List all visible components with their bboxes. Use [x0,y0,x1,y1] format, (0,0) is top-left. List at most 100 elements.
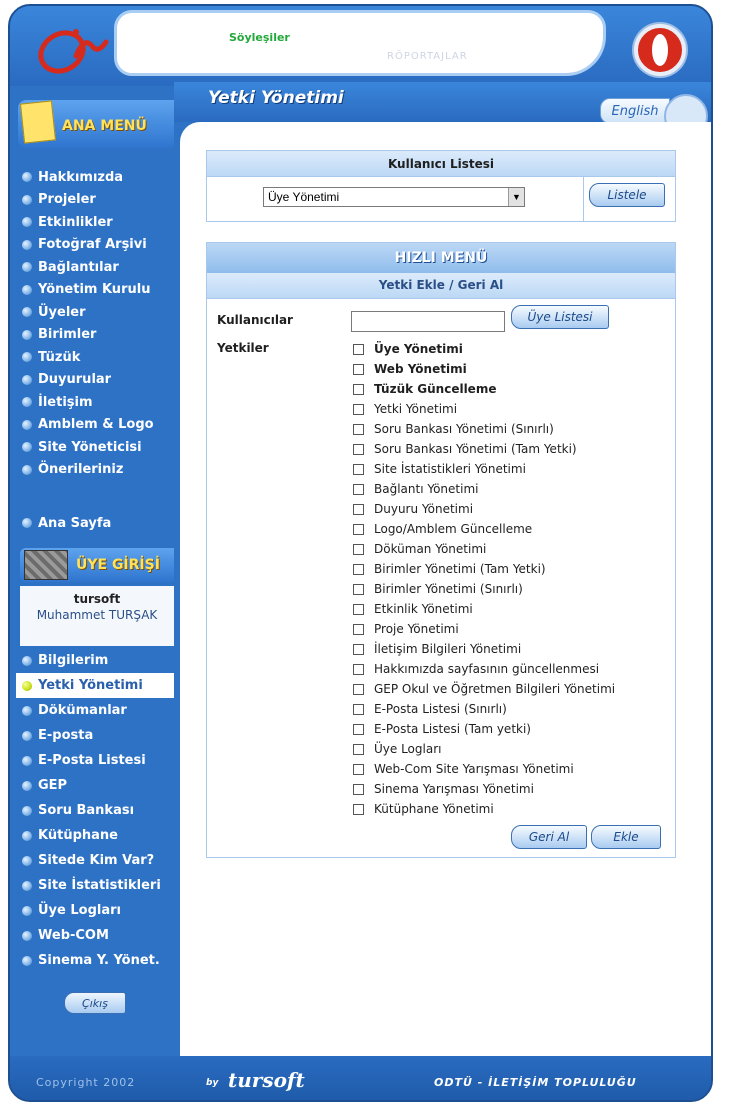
sidebar-item[interactable]: E-Posta Listesi [18,748,174,773]
permission-row: Sinema Yarışması Yönetimi [353,779,534,799]
sidebar-item[interactable]: Birimler [18,324,174,347]
bullet-icon [22,284,32,295]
logout-button[interactable]: Çıkış [64,992,126,1014]
permission-checkbox[interactable] [353,483,364,495]
sidebar-item-label: İletişim [38,394,93,410]
permission-checkbox[interactable] [353,503,364,515]
sidebar-item[interactable]: Bilgilerim [18,648,174,673]
sidebar-item[interactable]: Soru Bankası [18,798,174,823]
sidebar-item[interactable]: E-posta [18,723,174,748]
permission-checkbox[interactable] [353,723,364,735]
sidebar-item[interactable]: Fotoğraf Arşivi [18,234,174,257]
permission-checkbox[interactable] [353,363,364,375]
permission-row: Proje Yönetimi [353,619,459,639]
permission-label: E-Posta Listesi (Sınırlı) [374,702,507,716]
permission-checkbox[interactable] [353,663,364,675]
permission-checkbox[interactable] [353,583,364,595]
permission-row: Tüzük Güncelleme [353,379,496,399]
permission-checkbox[interactable] [353,803,364,815]
permission-checkbox[interactable] [353,343,364,355]
sidebar-item[interactable]: Web-COM [18,923,174,948]
sidebar-item[interactable]: Yetki Yönetimi [16,673,174,698]
revoke-button[interactable]: Geri Al [511,825,587,849]
sidebar-item[interactable]: Yönetim Kurulu [18,279,174,302]
permission-checkbox[interactable] [353,603,364,615]
permission-row: Soru Bankası Yönetimi (Sınırlı) [353,419,554,439]
ticker-secondary: RÖPORTAJLAR [387,51,468,62]
permission-row: Üye Yönetimi [353,339,463,359]
bullet-icon [22,217,32,228]
sidebar-item-home[interactable]: Ana Sayfa [18,512,174,535]
sidebar-item[interactable]: Amblem & Logo [18,414,174,437]
sidebar-item-label: E-posta [38,728,94,743]
sidebar-item[interactable]: Duyurular [18,369,174,392]
permission-checkbox[interactable] [353,543,364,555]
list-button[interactable]: Listele [589,183,665,207]
permission-row: Hakkımızda sayfasının güncellenmesi [353,659,599,679]
bullet-icon [22,464,32,475]
permission-row: Site İstatistikleri Yönetimi [353,459,526,479]
sidebar-item[interactable]: Etkinlikler [18,211,174,234]
sidebar-item[interactable]: İletişim [18,391,174,414]
copyright: Copyright 2002 [36,1076,136,1089]
sidebar-item-label: Üye Logları [38,903,121,918]
user-select[interactable]: Üye Yönetimi ▼ [263,187,525,207]
permission-label: Site İstatistikleri Yönetimi [374,462,526,476]
sidebar-item[interactable]: Üyeler [18,301,174,324]
permission-checkbox[interactable] [353,703,364,715]
site-logo[interactable] [32,16,112,78]
bullet-icon [22,905,32,916]
news-ticker[interactable]: Söyleşiler RÖPORTAJLAR [114,10,606,76]
page-frame: Söyleşiler RÖPORTAJLAR Yetki Yönetimi En… [8,4,713,1102]
sidebar-item[interactable]: Projeler [18,189,174,212]
sidebar-item-label: Tüzük [38,349,81,365]
permission-checkbox[interactable] [353,643,364,655]
bullet-icon [22,397,32,408]
permission-checkbox[interactable] [353,763,364,775]
bullet-icon [22,805,32,816]
users-input[interactable] [351,311,505,332]
ticker-primary[interactable]: Söyleşiler [229,31,290,44]
chevron-down-icon[interactable]: ▼ [508,188,524,206]
sidebar-item[interactable]: Dökümanlar [18,698,174,723]
sidebar-item[interactable]: Bağlantılar [18,256,174,279]
sidebar-item[interactable]: Sitede Kim Var? [18,848,174,873]
english-button[interactable]: English [600,98,670,124]
sidebar-item[interactable]: Sinema Y. Yönet. [18,948,174,973]
permission-checkbox[interactable] [353,743,364,755]
permission-checkbox[interactable] [353,443,364,455]
permission-checkbox[interactable] [353,783,364,795]
bullet-icon [22,880,32,891]
member-icon [24,550,68,580]
sidebar-item[interactable]: Hakkımızda [18,166,174,189]
bullet-icon [22,755,32,766]
permission-label: Web-Com Site Yarışması Yönetimi [374,762,574,776]
permission-checkbox[interactable] [353,463,364,475]
odtu-logo[interactable] [634,24,686,76]
sidebar-item[interactable]: Site İstatistikleri [18,873,174,898]
member-login-label: ÜYE GİRİŞİ [76,557,160,573]
bullet-icon [22,730,32,741]
bullet-icon [22,930,32,941]
sidebar-item[interactable]: Site Yöneticisi [18,436,174,459]
add-button[interactable]: Ekle [591,825,661,849]
permission-checkbox[interactable] [353,403,364,415]
brand-logo[interactable]: tursoft [228,1068,305,1092]
sidebar-item-label: Yönetim Kurulu [38,282,151,298]
permission-checkbox[interactable] [353,683,364,695]
permission-checkbox[interactable] [353,623,364,635]
sidebar-item[interactable]: Kütüphane [18,823,174,848]
sidebar-item-label: E-Posta Listesi [38,753,146,768]
permission-checkbox[interactable] [353,563,364,575]
sidebar-item[interactable]: Önerileriniz [18,459,174,482]
permission-checkbox[interactable] [353,523,364,535]
sidebar-item[interactable]: Tüzük [18,346,174,369]
sidebar-item[interactable]: GEP [18,773,174,798]
permission-checkbox[interactable] [353,423,364,435]
permission-checkbox[interactable] [353,383,364,395]
member-list-button[interactable]: Üye Listesi [511,305,609,329]
sidebar-item[interactable]: Üye Logları [18,898,174,923]
sidebar-item-label: Sitede Kim Var? [38,853,155,868]
bullet-icon [22,655,32,666]
bullet-icon [22,705,32,716]
